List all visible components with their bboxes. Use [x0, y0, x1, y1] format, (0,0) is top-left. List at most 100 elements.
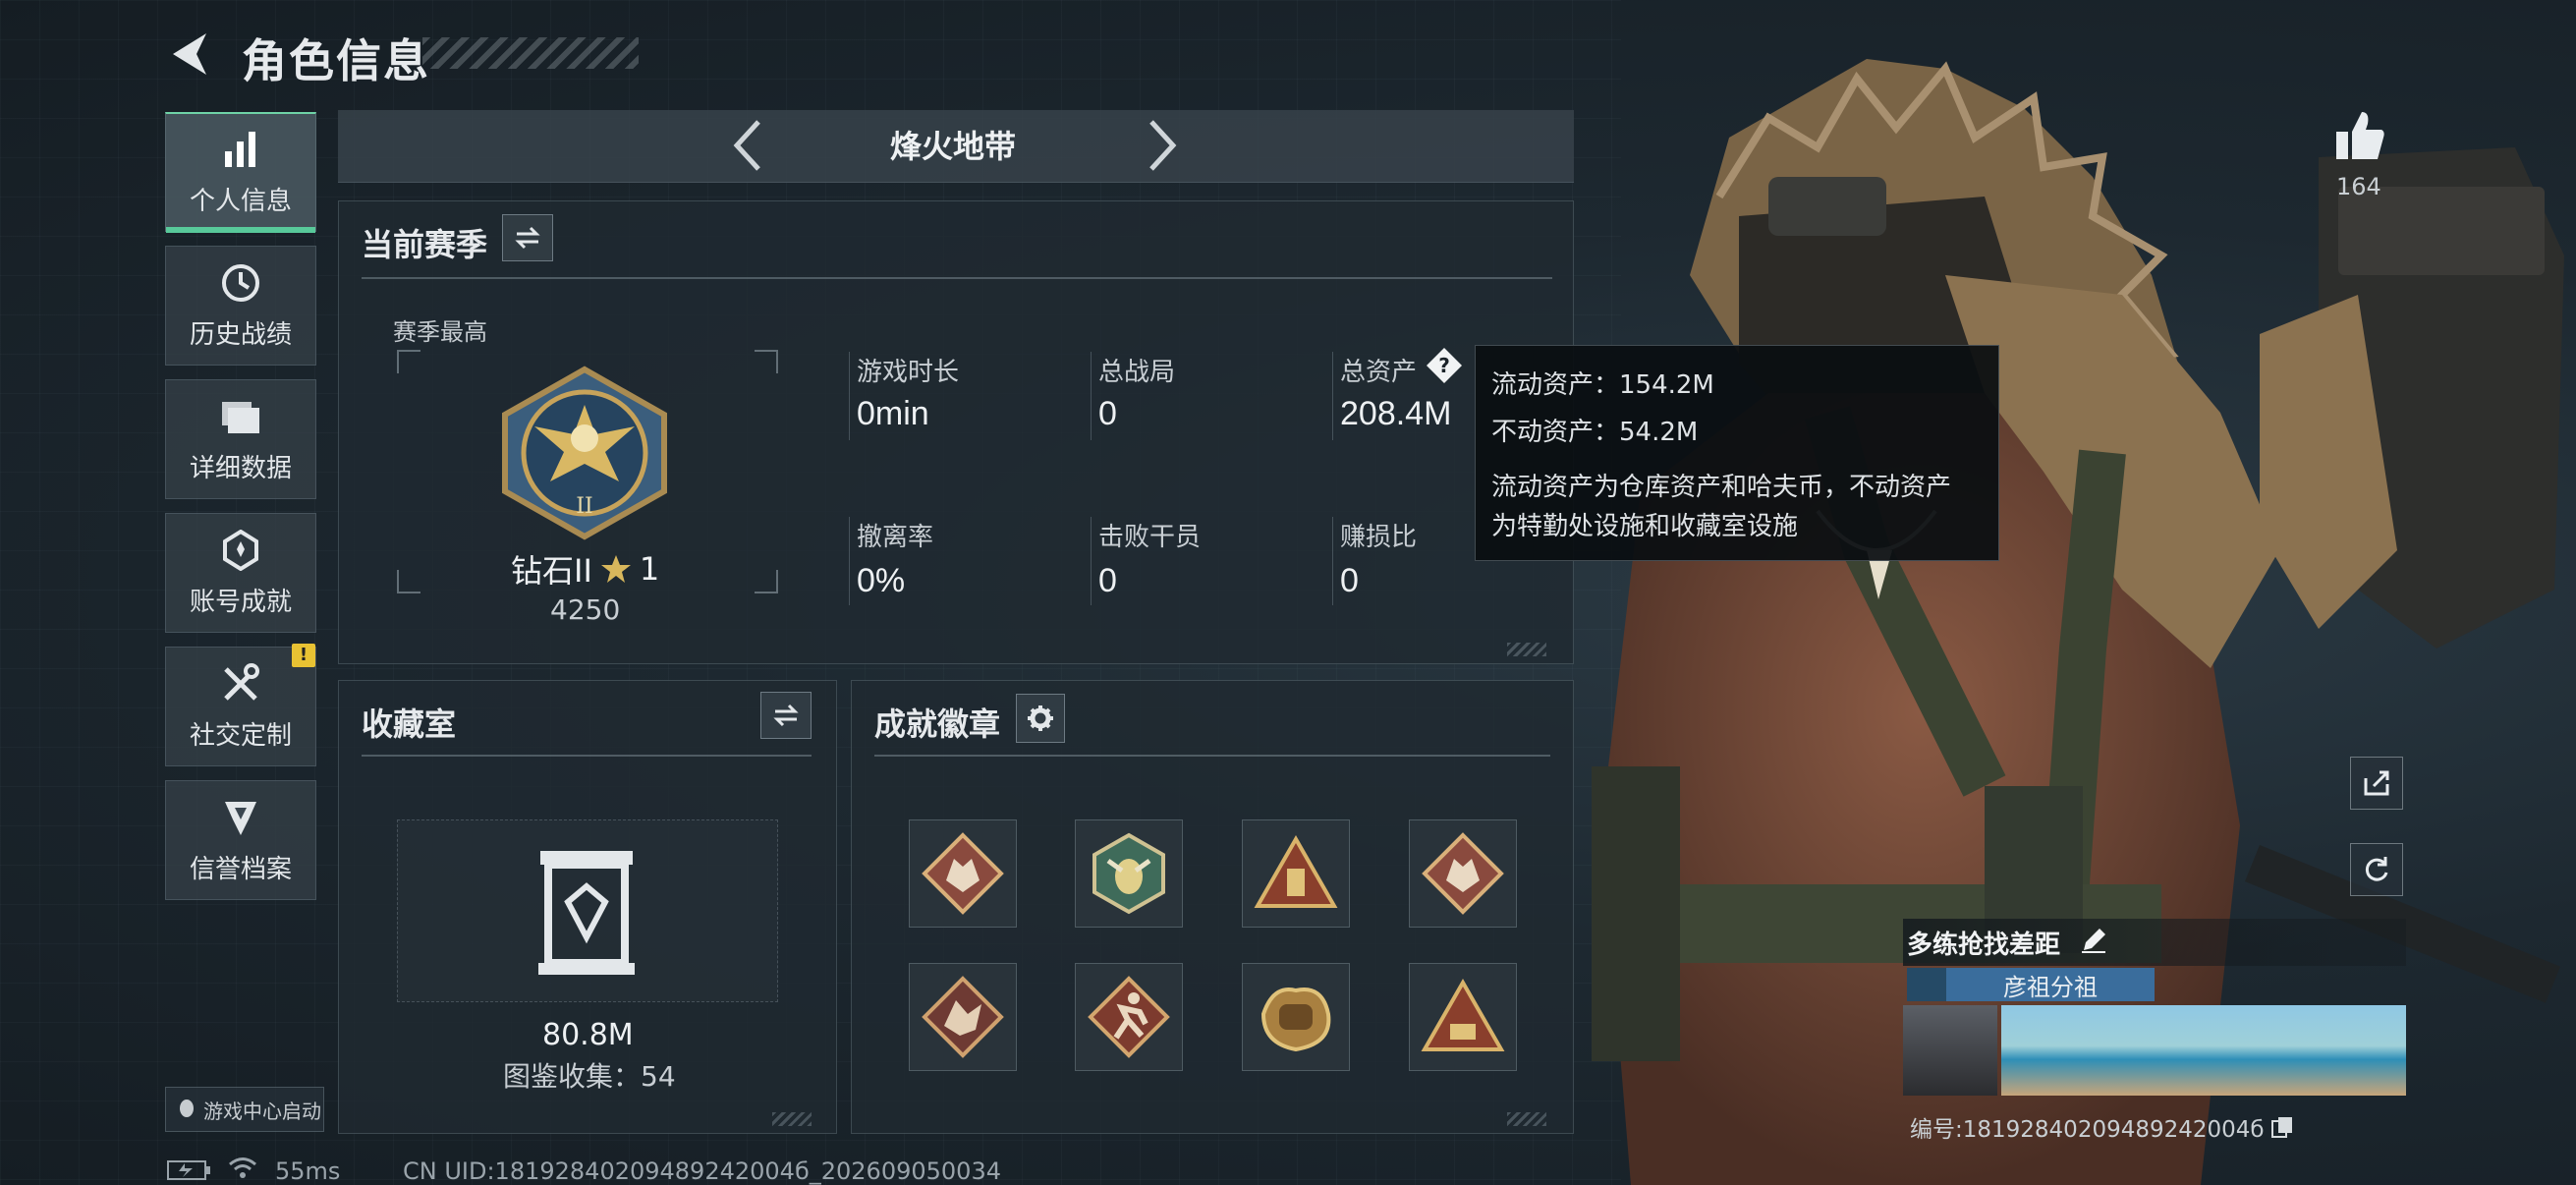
- wifi-icon: [229, 1157, 256, 1178]
- panel-decoration: [772, 1112, 812, 1126]
- player-uid-row: 编号:18192840209489242004б: [1910, 1110, 2294, 1144]
- switch-button[interactable]: [502, 214, 553, 261]
- stat-separator: [1091, 352, 1092, 440]
- sidebar-item-label: 历史战绩: [189, 319, 292, 350]
- player-name-card[interactable]: 多练抢找差距 彦祖分祖: [1903, 919, 2406, 1100]
- triangle-usb-badge[interactable]: [1242, 819, 1350, 928]
- stat-value-assets: 208.4M: [1340, 395, 1452, 432]
- battery-icon: [167, 1160, 210, 1180]
- collection-switch-button[interactable]: [760, 692, 812, 739]
- runner-badge[interactable]: [1075, 963, 1183, 1071]
- refresh-icon: [2365, 857, 2388, 881]
- achievements-settings-button[interactable]: [1016, 694, 1065, 743]
- divider: [362, 277, 1552, 279]
- chevron-right-icon[interactable]: [1142, 116, 1181, 175]
- season-name: 烽火地带: [889, 128, 1016, 165]
- chevron-left-icon[interactable]: [729, 116, 768, 175]
- stat-value-kills: 0: [1098, 562, 1117, 599]
- frame-corner: [755, 350, 778, 373]
- thumbs-up-icon[interactable]: [2332, 108, 2387, 163]
- game-center-label: 游戏中心启动: [203, 1099, 321, 1123]
- stat-separator: [849, 352, 850, 440]
- bee-badge[interactable]: [1075, 819, 1183, 928]
- name-card-banner: [2001, 1005, 2406, 1096]
- stat-value-playtime: 0min: [857, 395, 929, 432]
- assets-tooltip: 流动资产：154.2M 不动资产：54.2M 流动资产为仓库资产和哈夫币，不动资…: [1475, 345, 1999, 561]
- season-best-label: 赛季最高: [393, 318, 487, 346]
- copy-icon[interactable]: [2270, 1115, 2294, 1139]
- collection-catalog: 图鉴收集：54: [503, 1060, 676, 1093]
- achievement-icon: [219, 529, 262, 572]
- like-count: 164: [2336, 173, 2381, 200]
- ping-text: 55ms: [275, 1157, 341, 1185]
- back-arrow-icon[interactable]: [167, 29, 212, 79]
- rank-score: 4250: [550, 593, 621, 626]
- footer-uid: CN UID:18192840209489242004б_20260905003…: [403, 1157, 1001, 1185]
- team-tag: 彦祖分祖: [1907, 968, 2155, 1001]
- sidebar-item-label: 信誉档案: [189, 854, 292, 884]
- triangle-56-badge[interactable]: [1409, 963, 1517, 1071]
- sidebar-item-history[interactable]: 历史战绩: [165, 246, 316, 366]
- stat-separator: [1091, 517, 1092, 605]
- tooltip-liquid: 流动资产：154.2M: [1491, 370, 1714, 400]
- share-icon: [2364, 770, 2389, 796]
- wolf-badge[interactable]: [1409, 819, 1517, 928]
- title-decoration: [422, 37, 639, 69]
- stat-label-matches: 总战局: [1098, 358, 1176, 387]
- credit-shield-icon: [219, 796, 262, 839]
- sidebar-item-label: 账号成就: [189, 587, 292, 617]
- frame-corner: [755, 570, 778, 593]
- display-case-icon: [538, 851, 635, 975]
- stat-label-extract-rate: 撤离率: [857, 523, 934, 552]
- swap-icon: [773, 704, 799, 727]
- collection-value: 80.8M: [542, 1018, 634, 1052]
- tooltip-fixed: 不动资产：54.2M: [1491, 418, 1699, 447]
- sidebar-item-credit[interactable]: 信誉档案: [165, 780, 316, 900]
- folder-icon: [219, 395, 262, 438]
- refresh-button[interactable]: [2350, 843, 2403, 896]
- fist-badge[interactable]: [1242, 963, 1350, 1071]
- stat-label-kills: 击败干员: [1098, 523, 1202, 552]
- divider: [362, 755, 812, 757]
- player-avatar: [1903, 1005, 1997, 1096]
- sidebar-item-label: 个人信息: [189, 187, 292, 216]
- rank-name: 钻石II: [511, 552, 592, 590]
- warning-badge: !: [292, 644, 315, 667]
- divider: [874, 755, 1550, 757]
- dragon-badge[interactable]: [909, 963, 1017, 1071]
- swap-icon: [515, 226, 540, 250]
- game-center-button[interactable]: 游戏中心启动: [165, 1087, 324, 1132]
- panel-decoration: [1507, 643, 1546, 656]
- sidebar-item-profile[interactable]: 个人信息: [165, 112, 316, 233]
- frame-corner: [397, 570, 420, 593]
- achievements-title: 成就徽章: [874, 705, 1001, 743]
- stat-separator: [1332, 352, 1333, 440]
- wolf-badge[interactable]: [909, 819, 1017, 928]
- panel-decoration: [1507, 1112, 1546, 1126]
- diamond-rank-emblem: II: [502, 366, 667, 540]
- svg-text:II: II: [576, 494, 592, 519]
- star-icon: [600, 555, 631, 583]
- stat-label-assets: 总资产: [1340, 358, 1418, 387]
- bar-chart-icon: [219, 128, 262, 171]
- penguin-icon: [178, 1097, 196, 1123]
- current-season-title: 当前赛季: [362, 226, 488, 263]
- stat-value-extract-rate: 0%: [857, 562, 906, 599]
- player-name: 多练抢找差距: [1907, 931, 2061, 960]
- sidebar-item-label: 详细数据: [189, 453, 292, 483]
- tooltip-desc-2: 为特勤处设施和收藏室设施: [1491, 512, 1799, 541]
- gear-icon: [1028, 705, 1053, 731]
- team-avatar: [1907, 968, 1946, 1001]
- collection-title: 收藏室: [362, 705, 457, 743]
- share-button[interactable]: [2350, 757, 2403, 810]
- edit-icon[interactable]: [2080, 927, 2107, 954]
- player-uid: 编号:18192840209489242004б: [1910, 1117, 2265, 1143]
- sidebar-item-details[interactable]: 详细数据: [165, 379, 316, 499]
- sidebar-item-achievements[interactable]: 账号成就: [165, 513, 316, 633]
- help-icon[interactable]: ?: [1425, 346, 1464, 385]
- stat-separator: [1332, 517, 1333, 605]
- frame-corner: [397, 350, 420, 373]
- sidebar-item-label: 社交定制: [189, 720, 292, 751]
- svg-text:?: ?: [1438, 354, 1450, 377]
- rank-row: 钻石II 1: [511, 546, 659, 592]
